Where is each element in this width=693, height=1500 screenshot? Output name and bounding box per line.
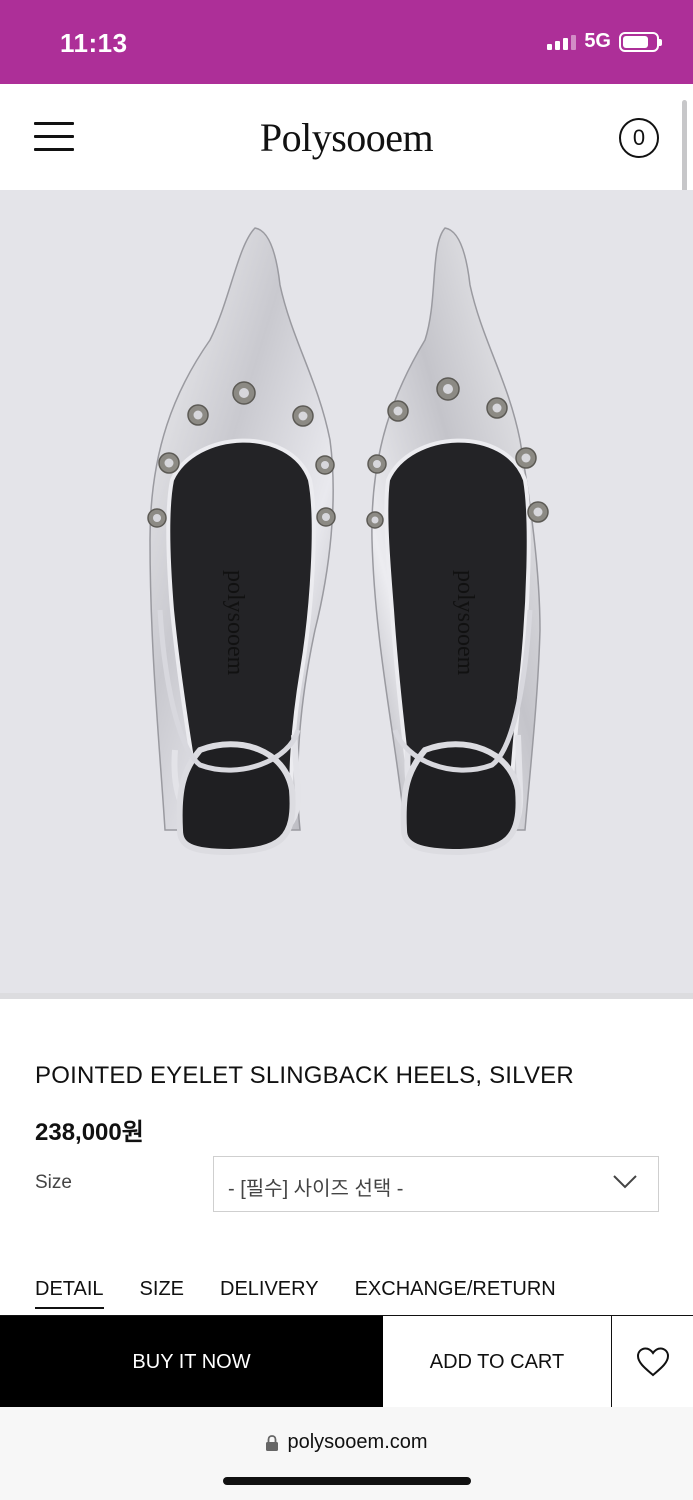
status-time: 11:13 xyxy=(60,28,128,58)
tab-size[interactable]: SIZE xyxy=(140,1278,184,1309)
cart-count-button[interactable]: 0 xyxy=(619,118,659,158)
browser-url-bar: polysooem.com xyxy=(0,1407,693,1500)
network-type: 5G xyxy=(584,30,611,52)
buy-now-button[interactable]: BUY IT NOW xyxy=(0,1316,383,1408)
site-header: Polysooem 0 xyxy=(0,84,693,190)
left-shoe: polysooem xyxy=(147,227,336,856)
status-bar: 11:13 5G xyxy=(0,0,693,84)
product-image[interactable]: polysooem polysooem xyxy=(0,190,693,993)
tab-detail[interactable]: DETAIL xyxy=(35,1278,104,1309)
tab-exchange-return[interactable]: EXCHANGE/RETURN xyxy=(355,1278,556,1309)
lock-icon xyxy=(266,1434,279,1451)
chevron-down-icon xyxy=(613,1175,637,1189)
size-select[interactable]: - [필수] 사이즈 선택 - xyxy=(213,1156,659,1212)
insole-logo-left: polysooem xyxy=(222,570,248,676)
url-text: polysooem.com xyxy=(287,1431,428,1453)
status-indicators: 5G xyxy=(547,30,662,53)
product-tabs: DETAIL SIZE DELIVERY EXCHANGE/RETURN xyxy=(35,1278,556,1309)
insole-logo-right: polysooem xyxy=(452,570,478,676)
brand-logo[interactable]: Polysooem xyxy=(0,114,693,161)
heart-icon xyxy=(636,1347,669,1377)
bottom-action-bar: BUY IT NOW ADD TO CART xyxy=(0,1315,693,1408)
product-price: 238,000원 xyxy=(35,1119,144,1146)
signal-icon xyxy=(547,34,577,50)
battery-icon xyxy=(619,31,662,52)
home-indicator[interactable] xyxy=(223,1477,471,1485)
right-shoe: polysooem xyxy=(366,227,549,856)
product-title: POINTED EYELET SLINGBACK HEELS, SILVER xyxy=(35,1062,574,1089)
tab-delivery[interactable]: DELIVERY xyxy=(220,1278,319,1309)
size-label: Size xyxy=(35,1172,72,1193)
wishlist-button[interactable] xyxy=(612,1316,693,1408)
url-field[interactable]: polysooem.com xyxy=(0,1431,693,1454)
size-select-value: - [필수] 사이즈 선택 - xyxy=(228,1178,404,1200)
image-divider xyxy=(0,993,693,999)
add-to-cart-button[interactable]: ADD TO CART xyxy=(383,1316,612,1408)
shoe-illustration: polysooem polysooem xyxy=(147,227,549,856)
